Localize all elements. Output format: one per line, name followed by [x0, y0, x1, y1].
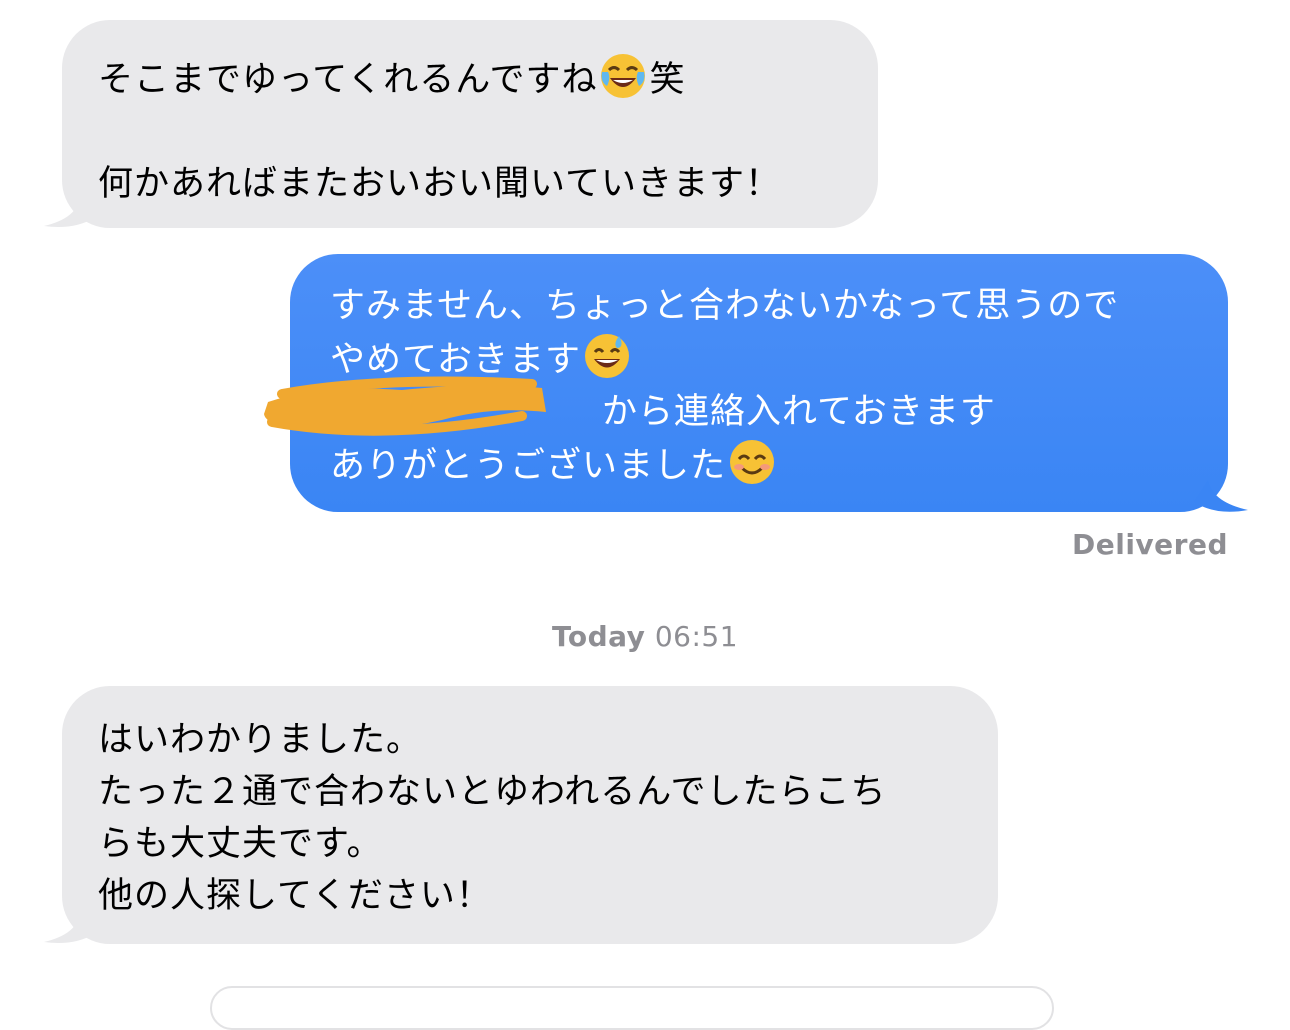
message-line: 何かあればまたおいおい聞いていきます！ — [98, 164, 781, 204]
grinning-face-with-sweat-icon — [584, 334, 629, 378]
incoming-message-bubble[interactable]: そこまでゆってくれるんですね 笑 何かあればまたおいおい聞いていきます！ — [62, 20, 878, 228]
incoming-bubble-tail — [44, 912, 94, 943]
message-line: すみません、ちょっと合わないかなって思うので — [330, 286, 1120, 326]
message-line: たった２通で合わないとゆわれるんでしたらこち — [98, 772, 887, 812]
message-line: はいわかりました。 — [98, 720, 423, 760]
smiling-face-with-smiling-eyes-icon — [730, 440, 775, 484]
message-timestamp: Today 06:51 — [551, 620, 739, 653]
next-message-bubble-edge — [210, 986, 1054, 1030]
face-with-tears-of-joy-icon — [601, 54, 646, 98]
message-line: ありがとうございました — [330, 438, 1228, 492]
incoming-bubble-tail — [44, 196, 94, 227]
incoming-message-bubble[interactable]: はいわかりました。 たった２通で合わないとゆわれるんでしたらこち らも大丈夫です… — [62, 686, 998, 944]
redaction-scribble — [264, 376, 546, 436]
outgoing-bubble-tail — [1194, 480, 1248, 512]
message-line: そこまでゆってくれるんですね 笑 — [98, 52, 878, 106]
message-line: らも大丈夫です。 — [98, 824, 383, 864]
message-line: 他の人探してください！ — [98, 876, 492, 916]
delivered-status: Delivered — [1071, 528, 1228, 561]
